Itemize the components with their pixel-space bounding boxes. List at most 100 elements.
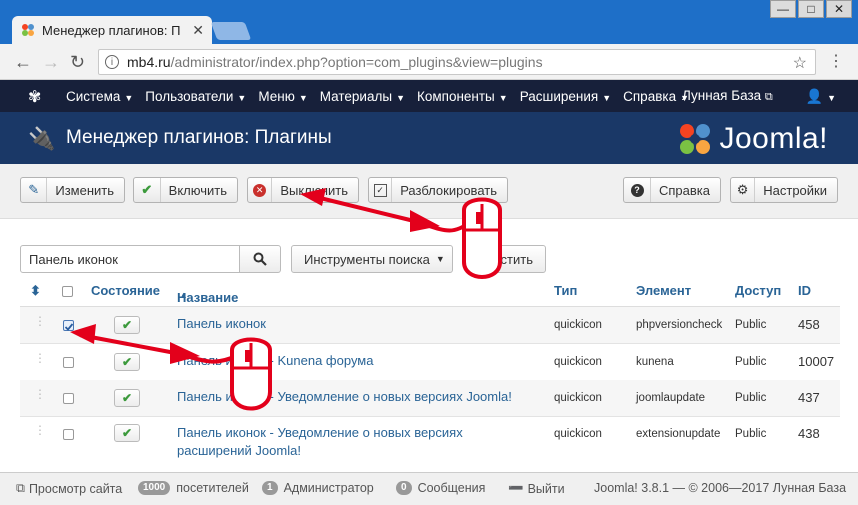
drag-handle-icon[interactable]: ⋮ <box>34 352 46 364</box>
menu-item-label: Материалы <box>319 88 393 104</box>
plugin-element: kunena <box>636 356 674 368</box>
minimize-button[interactable]: — <box>770 0 796 18</box>
edit-button[interactable]: ✎ Изменить <box>20 177 125 203</box>
admins-label: Администратор <box>283 481 374 495</box>
disable-button[interactable]: ✕ Выключить <box>247 177 359 203</box>
joomla-logo-icon[interactable]: ✾ <box>28 87 41 107</box>
clear-button[interactable]: Очистить <box>466 245 546 273</box>
menu-item[interactable]: Расширения ▼ <box>520 89 611 104</box>
column-id[interactable]: ID <box>798 283 811 298</box>
admins-indicator[interactable]: 1 Администратор <box>262 481 374 495</box>
maximize-button[interactable]: □ <box>798 0 824 18</box>
view-site-link[interactable]: ⧉ Просмотр сайта <box>16 481 122 496</box>
column-type[interactable]: Тип <box>554 283 577 298</box>
close-window-button[interactable]: ✕ <box>826 0 852 18</box>
menu-item-label: Компоненты <box>416 88 495 104</box>
messages-label: Сообщения <box>417 481 486 495</box>
joomla-favicon-icon <box>20 22 36 38</box>
row-checkbox[interactable] <box>63 320 74 331</box>
status-toggle[interactable]: ✔ <box>114 389 140 407</box>
plugin-type: quickicon <box>554 392 602 404</box>
status-toggle[interactable]: ✔ <box>114 353 140 371</box>
site-link[interactable]: Лунная База ⧉ <box>682 88 773 104</box>
user-menu-icon[interactable]: 👤 ▼ <box>806 88 836 105</box>
menu-item[interactable]: Меню ▼ <box>258 89 307 104</box>
disable-label: Выключить <box>280 182 348 198</box>
bookmark-star-icon[interactable]: ☆ <box>793 53 807 73</box>
help-icon: ? <box>624 178 651 202</box>
browser-menu-icon[interactable]: ⋮ <box>828 54 844 70</box>
column-status[interactable]: Состояние <box>91 283 160 298</box>
plugin-type: quickicon <box>554 319 602 331</box>
menu-item[interactable]: Система ▼ <box>66 89 133 104</box>
drag-handle-icon[interactable]: ⋮ <box>34 315 46 327</box>
column-element[interactable]: Элемент <box>636 283 691 298</box>
plugin-type: quickicon <box>554 356 602 368</box>
reload-icon[interactable]: ↻ <box>70 53 85 71</box>
site-name: Лунная База <box>682 88 762 103</box>
plugin-name-link[interactable]: Панель иконок <box>177 315 266 333</box>
sort-order-icon[interactable]: ⬍ <box>30 283 41 299</box>
menu-item[interactable]: Материалы ▼ <box>320 89 405 104</box>
plugin-name-link[interactable]: Панель иконок - Уведомление о новых верс… <box>177 424 463 460</box>
messages-indicator[interactable]: 0 Сообщения <box>396 481 485 495</box>
address-bar-row: ← → ↻ i mb4.ru/administrator/index.php?o… <box>0 44 858 80</box>
search-button[interactable] <box>239 245 281 273</box>
checkbox-icon: ✓ <box>369 178 393 202</box>
visitors-indicator[interactable]: 1000 посетителей <box>138 481 249 495</box>
browser-titlebar: Менеджер плагинов: П ✕ — □ ✕ <box>0 0 858 44</box>
caret-down-icon: ▼ <box>396 92 405 103</box>
row-checkbox[interactable] <box>63 357 74 368</box>
select-all-checkbox[interactable] <box>62 286 73 297</box>
menu-item[interactable]: Компоненты ▼ <box>417 89 508 104</box>
plugin-access: Public <box>735 356 767 368</box>
plug-icon: 🔌 <box>28 126 56 151</box>
status-toggle[interactable]: ✔ <box>114 424 140 442</box>
edit-icon: ✎ <box>21 178 48 202</box>
menu-item[interactable]: Пользователи ▼ <box>145 89 246 104</box>
url-host: mb4.ru <box>127 54 171 70</box>
new-tab-button[interactable] <box>210 22 252 40</box>
unlock-button[interactable]: ✓ Разблокировать <box>368 177 508 203</box>
clear-label: Очистить <box>476 251 533 267</box>
menu-item-label: Расширения <box>519 88 599 104</box>
table-row: ⋮ ✔ Панель иконок - Уведомление о новых … <box>20 416 840 470</box>
back-arrow-icon[interactable]: ← <box>14 53 32 71</box>
tab-close-icon[interactable]: ✕ <box>192 22 204 39</box>
forward-arrow-icon[interactable]: → <box>42 53 60 71</box>
row-checkbox[interactable] <box>63 429 74 440</box>
url-field[interactable]: i mb4.ru/administrator/index.php?option=… <box>98 49 816 75</box>
table-row: ⋮ ✔ Панель иконок quickicon phpversionch… <box>20 307 840 344</box>
plugin-id: 438 <box>798 426 820 441</box>
column-access[interactable]: Доступ <box>735 283 781 298</box>
plugin-name-link[interactable]: Панель иконок - Уведомление о новых верс… <box>177 388 512 406</box>
options-button[interactable]: ⚙ Настройки <box>730 177 838 203</box>
action-toolbar: ✎ Изменить ✔ Включить ✕ Выключить ✓ Разб… <box>0 164 858 219</box>
plugin-name-link[interactable]: Панель иконок - Kunena форума <box>177 352 373 370</box>
menu-item[interactable]: Справка ▼ <box>623 89 689 104</box>
disable-icon: ✕ <box>248 178 273 202</box>
search-icon <box>253 252 267 266</box>
drag-handle-icon[interactable]: ⋮ <box>34 388 46 400</box>
menu-item-label: Пользователи <box>145 88 234 104</box>
search-tools-button[interactable]: Инструменты поиска ▼ <box>291 245 453 273</box>
gear-icon: ⚙ <box>731 178 756 202</box>
row-checkbox[interactable] <box>63 393 74 404</box>
options-label: Настройки <box>763 182 827 198</box>
logout-link[interactable]: ➖ Выйти <box>508 481 565 496</box>
sort-asc-icon: ▲ <box>179 290 188 300</box>
search-input[interactable]: Панель иконок <box>20 245 240 273</box>
status-toggle[interactable]: ✔ <box>114 316 140 334</box>
enable-button[interactable]: ✔ Включить <box>133 177 238 203</box>
caret-down-icon: ▼ <box>498 92 508 103</box>
view-site-label: Просмотр сайта <box>28 481 123 496</box>
drag-handle-icon[interactable]: ⋮ <box>34 424 46 436</box>
menu-item-label: Система <box>66 88 121 104</box>
help-button[interactable]: ? Справка <box>623 177 721 203</box>
plugin-id: 437 <box>798 390 820 405</box>
caret-down-icon: ▼ <box>298 92 308 103</box>
external-link-icon: ⧉ <box>16 481 25 495</box>
browser-tab[interactable]: Менеджер плагинов: П ✕ <box>12 16 212 44</box>
site-info-icon[interactable]: i <box>105 55 119 69</box>
joomla-wordmark: Joomla! <box>719 122 828 155</box>
